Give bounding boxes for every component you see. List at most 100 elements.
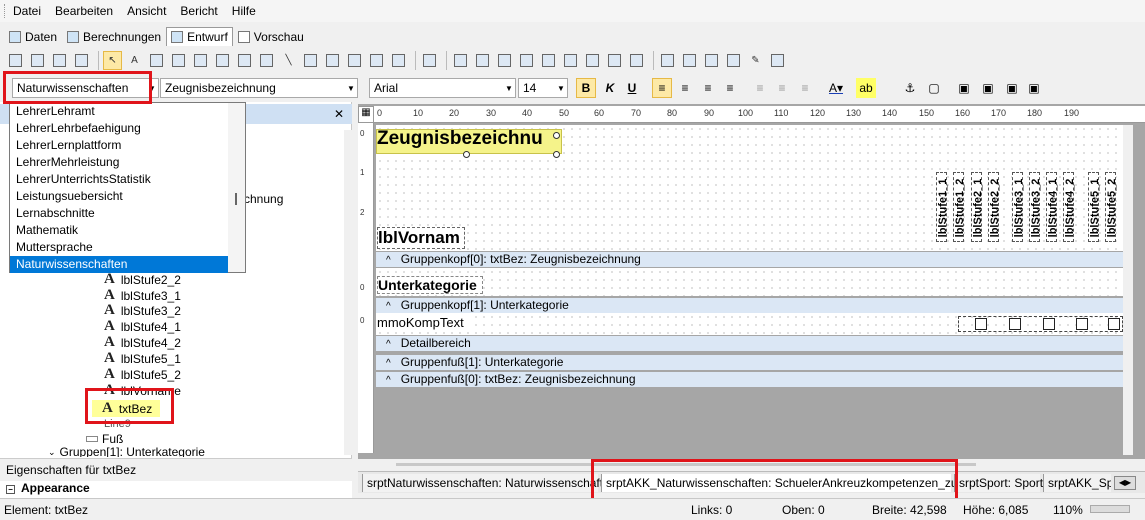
menu-datei[interactable]: Datei <box>13 4 41 18</box>
pagebreak-tool-icon[interactable] <box>323 51 342 70</box>
section-icon-4[interactable] <box>517 51 536 70</box>
border-icon[interactable]: ▢ <box>924 78 944 98</box>
section-icon-3[interactable] <box>495 51 514 70</box>
stufe-label[interactable]: lblStufe3_1 <box>1012 172 1025 242</box>
dropdown-option[interactable]: Mathematik <box>10 222 228 239</box>
font-combo[interactable]: Arial ▼ <box>369 78 516 98</box>
ungroup-icon[interactable]: ▣ <box>1024 78 1044 98</box>
dropdown-option[interactable]: LehrerMehrleistung <box>10 154 228 171</box>
highlight-icon[interactable]: ab <box>856 78 876 98</box>
tree-item[interactable]: AlblStufe4_1 <box>104 318 181 334</box>
field-combo[interactable]: Zeugnisbezeichnung ▼ <box>160 78 358 98</box>
stufe-label[interactable]: lblStufe4_2 <box>1063 172 1076 242</box>
subreport-tab[interactable]: srptAKK_Spor <box>1043 474 1111 492</box>
checkbox-tool-icon[interactable] <box>191 51 210 70</box>
checkbox-field[interactable] <box>1076 318 1088 330</box>
stufe-label[interactable]: lblStufe1_1 <box>936 172 949 242</box>
tree-item-footer[interactable]: Fuß <box>86 431 123 446</box>
vorname-label[interactable]: lblVornam <box>377 227 465 249</box>
paste-icon[interactable] <box>72 51 91 70</box>
subreport-tab-active[interactable]: srptAKK_Naturwissenschaften: SchuelerAnk… <box>601 474 991 492</box>
band-gruppenkopf-0[interactable]: ^ Gruppenkopf[0]: txtBez: Zeugnisbezeichn… <box>376 252 1123 267</box>
unterkategorie-field[interactable]: Unterkategorie <box>377 276 483 294</box>
align-left-icon[interactable]: ≡ <box>652 78 672 98</box>
bold-button[interactable]: B <box>576 78 596 98</box>
checkbox-field[interactable] <box>1009 318 1021 330</box>
chart-tool-icon[interactable] <box>235 51 254 70</box>
tree-item[interactable]: AlblVorname <box>104 382 181 398</box>
tab-entwurf[interactable]: Entwurf <box>166 27 233 46</box>
resize-handle[interactable] <box>463 151 470 158</box>
tree-item-group[interactable]: ⌄ Gruppen[1]: Unterkategorie <box>48 447 205 457</box>
report-combo[interactable]: Naturwissenschaften ▼ <box>12 78 159 98</box>
menu-bearbeiten[interactable]: Bearbeiten <box>55 4 113 18</box>
tab-daten[interactable]: Daten <box>4 27 62 46</box>
menu-bericht[interactable]: Bericht <box>180 4 217 18</box>
line-tool-icon[interactable]: ╲ <box>279 51 298 70</box>
stufe-label[interactable]: lblStufe5_1 <box>1088 172 1101 242</box>
align-center-icon[interactable]: ≡ <box>675 78 695 98</box>
checkbox-field[interactable] <box>1108 318 1120 330</box>
tree-item[interactable]: AlblStufe2_2 <box>104 271 181 287</box>
chevron-down-icon[interactable]: ▼ <box>345 79 357 97</box>
crosstab-tool-icon[interactable] <box>367 51 386 70</box>
richtext-tool-icon[interactable] <box>169 51 188 70</box>
tree-item[interactable]: AlblStufe3_1 <box>104 287 181 303</box>
stufe-label[interactable]: lblStufe3_2 <box>1029 172 1042 242</box>
canvas-hscrollbar[interactable] <box>358 460 1145 469</box>
italic-button[interactable]: K <box>600 78 620 98</box>
tree-item[interactable]: Line9 <box>104 416 131 431</box>
tab-vorschau[interactable]: Vorschau <box>233 27 309 46</box>
tree-item-selected[interactable]: AtxtBez <box>92 400 161 417</box>
report-icon-3[interactable] <box>702 51 721 70</box>
pen-icon[interactable]: ✎ <box>746 51 765 70</box>
band-detailbereich[interactable]: ^ Detailbereich <box>376 336 1123 351</box>
table-tool-icon[interactable] <box>389 51 408 70</box>
stufe-label[interactable]: lblStufe2_1 <box>971 172 984 242</box>
dropdown-option[interactable]: LehrerUnterrichtsStatistik <box>10 171 228 188</box>
chevron-down-icon[interactable]: ▼ <box>555 79 567 97</box>
stufe-label[interactable]: lblStufe4_1 <box>1046 172 1059 242</box>
section-icon-2[interactable] <box>473 51 492 70</box>
label-tool-icon[interactable]: A <box>125 51 144 70</box>
canvas-vscrollbar[interactable] <box>1123 125 1133 455</box>
anchor-icon[interactable]: ⚓ <box>900 78 920 98</box>
menu-hilfe[interactable]: Hilfe <box>232 4 256 18</box>
valign-top-icon[interactable]: ≡ <box>750 78 770 98</box>
zoom-slider[interactable] <box>1090 505 1130 513</box>
checkbox-field[interactable] <box>1043 318 1055 330</box>
tree-item[interactable]: AlblStufe5_2 <box>104 366 181 382</box>
tree-item[interactable]: AlblStufe4_2 <box>104 334 181 350</box>
textbox-tool-icon[interactable] <box>147 51 166 70</box>
subreport-tool-icon[interactable] <box>345 51 364 70</box>
grid-icon[interactable] <box>6 51 25 70</box>
align-justify-icon[interactable]: ≡ <box>720 78 740 98</box>
subreport-tab[interactable]: srptSport: Sport <box>954 474 1043 492</box>
band-gruppenfuss-1[interactable]: ^ Gruppenfuß[1]: Unterkategorie <box>376 355 1123 370</box>
barcode-tool-icon[interactable] <box>301 51 320 70</box>
stufe-label[interactable]: lblStufe2_2 <box>988 172 1001 242</box>
fontsize-combo[interactable]: 14 ▼ <box>518 78 568 98</box>
band-gruppenfuss-0[interactable]: ^ Gruppenfuß[0]: txtBez: Zeugnisbezeichnu… <box>376 372 1123 387</box>
report-icon-1[interactable] <box>658 51 677 70</box>
section-icon-7[interactable] <box>583 51 602 70</box>
resize-handle[interactable] <box>553 132 560 139</box>
group-header-1-section[interactable] <box>376 268 1123 296</box>
valign-bottom-icon[interactable]: ≡ <box>795 78 815 98</box>
tab-scroll-arrows-icon[interactable]: ◀▶ <box>1114 476 1136 490</box>
valign-middle-icon[interactable]: ≡ <box>772 78 792 98</box>
menu-ansicht[interactable]: Ansicht <box>127 4 166 18</box>
properties-category[interactable]: − Appearance <box>0 481 352 498</box>
section-icon-6[interactable] <box>561 51 580 70</box>
group-icon[interactable]: ▣ <box>1002 78 1022 98</box>
report-icon-2[interactable] <box>680 51 699 70</box>
dropdown-scrollbar[interactable] <box>228 103 245 272</box>
snap-icon[interactable] <box>28 51 47 70</box>
fields-icon[interactable] <box>420 51 439 70</box>
chevron-down-icon[interactable]: ▼ <box>503 79 515 97</box>
dropdown-option[interactable]: LehrerLehramt <box>10 103 228 120</box>
shape-tool-icon[interactable] <box>257 51 276 70</box>
chevron-down-icon[interactable]: ▼ <box>146 79 158 97</box>
dropdown-option-selected[interactable]: Naturwissenschaften <box>10 256 228 273</box>
dropdown-option[interactable]: Muttersprache <box>10 239 228 256</box>
